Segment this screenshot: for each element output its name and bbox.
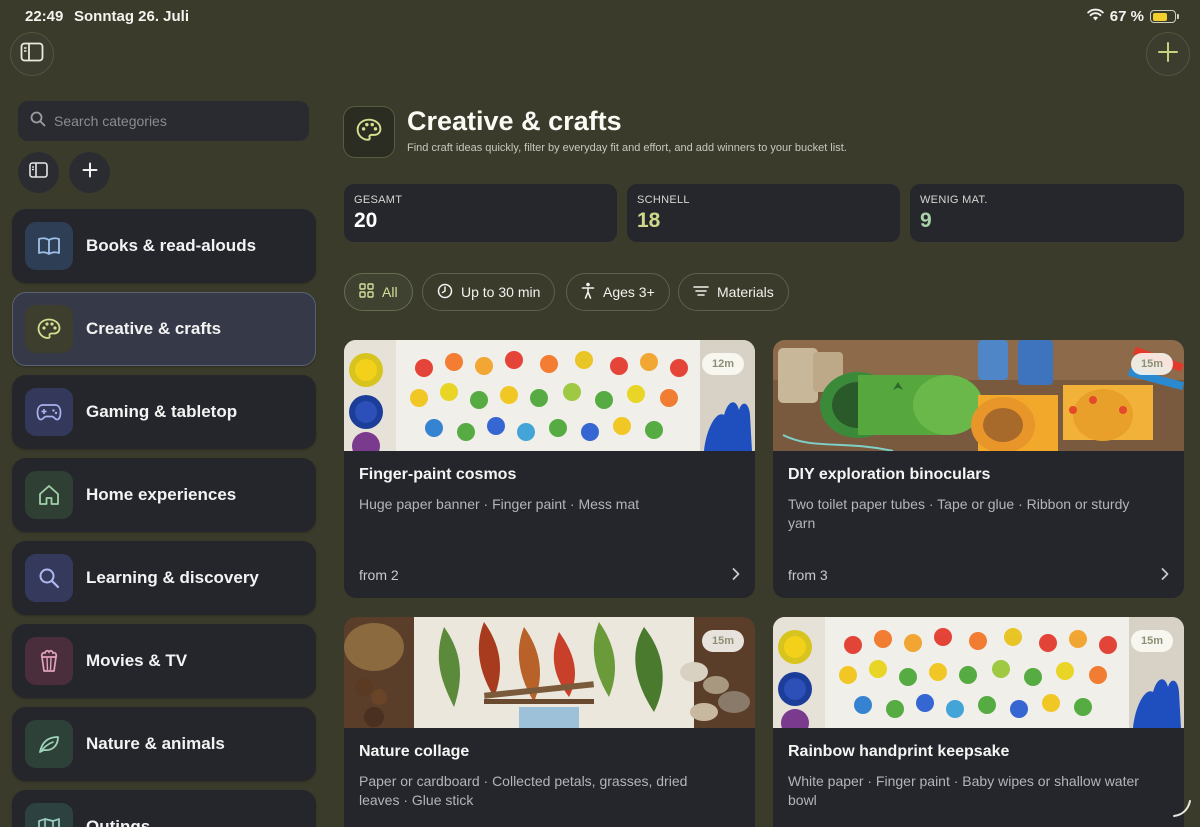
card-materials: White paper · Finger paint · Baby wipes … xyxy=(788,773,1139,808)
plus-icon xyxy=(82,162,98,183)
handprint-illustration xyxy=(344,340,755,451)
clock-icon xyxy=(437,283,453,302)
card-title: Rainbow handprint keepsake xyxy=(788,743,1010,760)
house-icon xyxy=(25,471,73,519)
chevron-right-icon[interactable] xyxy=(731,567,741,586)
stat-value: 9 xyxy=(920,209,932,232)
sidebar-item-label: Gaming & tabletop xyxy=(86,402,238,421)
card-image-binoculars: 15m xyxy=(773,340,1184,451)
card-age: from 2 xyxy=(359,567,399,583)
search-icon xyxy=(30,111,46,132)
leaf-icon xyxy=(25,720,73,768)
idea-card[interactable]: 15m DIY exploration binoculars Two toile… xyxy=(773,340,1184,598)
sidebar-item-label: Outings xyxy=(86,817,151,827)
sidebar-item-label: Home experiences xyxy=(86,485,237,504)
sidebar-toggle-button[interactable] xyxy=(18,152,59,193)
stat-card-low-materials: WENIG MAT. 9 xyxy=(910,184,1184,242)
palette-icon xyxy=(25,305,73,353)
page-subtitle: Find craft ideas quickly, filter by ever… xyxy=(407,142,847,154)
card-image-handprints: 12m xyxy=(344,340,755,451)
filter-ages[interactable]: Ages 3+ xyxy=(566,273,670,311)
popcorn-icon xyxy=(25,637,73,685)
book-icon xyxy=(25,222,73,270)
stat-label: SCHNELL xyxy=(637,194,690,206)
map-icon xyxy=(25,803,73,827)
stat-label: GESAMT xyxy=(354,194,403,206)
add-button[interactable] xyxy=(1146,32,1190,76)
sidebar-item-label: Nature & animals xyxy=(86,734,225,753)
duration-badge: 15m xyxy=(1130,630,1173,652)
search-input[interactable] xyxy=(54,113,284,129)
card-materials: Paper or cardboard · Collected petals, g… xyxy=(359,773,688,808)
stat-value: 20 xyxy=(354,209,378,232)
duration-badge: 15m xyxy=(1130,353,1173,375)
stat-value: 18 xyxy=(637,209,661,232)
sidebar-item-outings[interactable]: Outings xyxy=(12,790,316,827)
duration-badge: 15m xyxy=(701,630,744,652)
filter-lines-icon xyxy=(693,284,709,300)
idea-card[interactable]: 15m Rainbow handprint keepsake White pap… xyxy=(773,617,1184,827)
card-age: from 3 xyxy=(788,567,828,583)
card-materials: Huge paper banner · Finger paint · Mess … xyxy=(359,496,640,512)
card-materials: Two toilet paper tubes · Tape or glue · … xyxy=(788,496,1130,531)
sidebar-icon xyxy=(20,42,44,67)
magnifier-icon xyxy=(25,554,73,602)
idea-card[interactable]: 15m Nature collage Paper or cardboard · … xyxy=(344,617,755,827)
plus-icon xyxy=(1157,41,1179,68)
status-date: Sonntag 26. Juli xyxy=(74,8,190,25)
sidebar-item-gaming[interactable]: Gaming & tabletop xyxy=(12,375,316,449)
sidebar-item-creative[interactable]: Creative & crafts xyxy=(12,292,316,366)
battery-icon xyxy=(1150,10,1179,23)
sidebar-item-label: Creative & crafts xyxy=(86,319,222,338)
search-box[interactable] xyxy=(18,101,309,141)
card-title: Nature collage xyxy=(359,743,470,760)
filter-all[interactable]: All xyxy=(344,273,413,311)
toggle-sidebar-button[interactable] xyxy=(10,32,54,76)
status-time: 22:49 xyxy=(25,8,64,25)
wifi-icon xyxy=(1087,8,1104,25)
chevron-right-icon[interactable] xyxy=(1160,567,1170,586)
sidebar-item-label: Movies & TV xyxy=(86,651,188,670)
resize-handle-icon xyxy=(1172,798,1192,823)
person-icon xyxy=(581,282,595,302)
page-icon xyxy=(343,106,395,158)
idea-card[interactable]: 12m Finger-paint cosmos Huge paper banne… xyxy=(344,340,755,598)
filter-label: Materials xyxy=(717,284,774,300)
filter-label: Up to 30 min xyxy=(461,284,541,300)
status-indicators: 67 % xyxy=(1087,8,1179,25)
page-title: Creative & crafts xyxy=(407,106,622,136)
binoculars-illustration xyxy=(773,340,1184,451)
card-title: DIY exploration binoculars xyxy=(788,466,991,483)
status-bar: 22:49 Sonntag 26. Juli 67 % xyxy=(0,0,1200,32)
handprint-illustration xyxy=(773,617,1184,728)
stat-label: WENIG MAT. xyxy=(920,194,988,206)
stat-card-quick: SCHNELL 18 xyxy=(627,184,900,242)
sidebar-item-home[interactable]: Home experiences xyxy=(12,458,316,532)
sidebar-item-movies[interactable]: Movies & TV xyxy=(12,624,316,698)
add-category-button[interactable] xyxy=(69,152,110,193)
card-image-nature-collage: 15m xyxy=(344,617,755,728)
filter-up-to-30-min[interactable]: Up to 30 min xyxy=(422,273,556,311)
nature-collage-illustration xyxy=(344,617,755,728)
filter-label: Ages 3+ xyxy=(603,284,655,300)
sidebar-item-label: Learning & discovery xyxy=(86,568,259,587)
sidebar-icon xyxy=(29,162,48,183)
card-title: Finger-paint cosmos xyxy=(359,466,517,483)
sidebar-item-label: Books & read-alouds xyxy=(86,236,257,255)
sidebar-item-books[interactable]: Books & read-alouds xyxy=(12,209,316,283)
card-image-handprints: 15m xyxy=(773,617,1184,728)
sidebar-item-nature[interactable]: Nature & animals xyxy=(12,707,316,781)
filter-label: All xyxy=(382,284,398,300)
filter-materials[interactable]: Materials xyxy=(678,273,789,311)
stat-card-total: GESAMT 20 xyxy=(344,184,617,242)
gamepad-icon xyxy=(25,388,73,436)
sidebar-item-learning[interactable]: Learning & discovery xyxy=(12,541,316,615)
battery-percent: 67 % xyxy=(1109,8,1144,25)
duration-badge: 12m xyxy=(701,353,744,375)
grid-icon xyxy=(359,283,374,301)
palette-icon xyxy=(356,118,382,147)
